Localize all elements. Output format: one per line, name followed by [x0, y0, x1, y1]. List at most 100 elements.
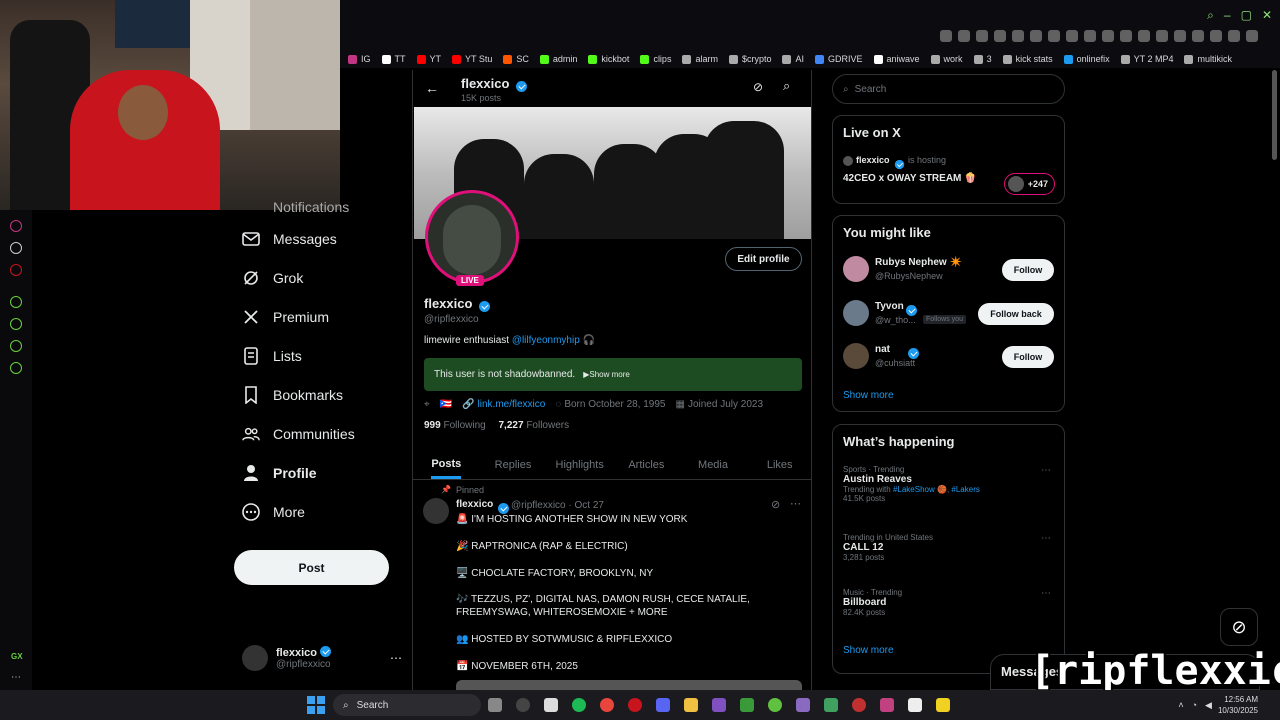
- bookmark-item[interactable]: clips: [640, 54, 671, 64]
- bookmark-item[interactable]: work: [930, 54, 963, 64]
- avatar[interactable]: [423, 498, 449, 524]
- follow-button[interactable]: Follow: [1002, 259, 1054, 281]
- post-image[interactable]: [456, 680, 802, 690]
- app-icon[interactable]: [544, 698, 558, 712]
- tab-articles[interactable]: Articles: [613, 450, 680, 479]
- tab-likes[interactable]: Likes: [746, 450, 811, 479]
- app-icon[interactable]: [516, 698, 530, 712]
- bookmark-item[interactable]: TT: [381, 54, 406, 64]
- more-icon[interactable]: ⋯: [11, 672, 21, 683]
- bookmark-item[interactable]: YT 2 MP4: [1120, 54, 1173, 64]
- nav-lists[interactable]: Lists: [234, 336, 404, 375]
- search-input[interactable]: Search: [855, 84, 887, 95]
- pinned-post[interactable]: 📌 Pinned flexxico @ripflexxico · Oct 27 …: [413, 482, 811, 690]
- extension-icon[interactable]: [1156, 30, 1168, 42]
- clock[interactable]: 12:56 AM 10/30/2025: [1218, 694, 1258, 716]
- bookmark-item[interactable]: kick stats: [1002, 54, 1053, 64]
- maximize-icon[interactable]: ▢: [1241, 8, 1252, 23]
- nav-more[interactable]: More: [234, 492, 404, 531]
- show-more-link[interactable]: Show more: [843, 390, 894, 401]
- app-icon[interactable]: [824, 698, 838, 712]
- tab-replies[interactable]: Replies: [480, 450, 547, 479]
- settings-icon[interactable]: [10, 362, 22, 374]
- nav-bookmarks[interactable]: Bookmarks: [234, 375, 404, 414]
- grok-icon[interactable]: ⊘: [753, 80, 763, 94]
- tab-posts[interactable]: Posts: [413, 450, 480, 479]
- search-icon[interactable]: ⌕: [783, 78, 790, 94]
- profile-link[interactable]: link.me/flexxico: [478, 399, 546, 410]
- suggestion-name[interactable]: Rubys Nephew ✴️: [875, 257, 962, 268]
- post-button[interactable]: Post: [234, 550, 389, 585]
- extension-icon[interactable]: [1048, 30, 1060, 42]
- app-icon[interactable]: [908, 698, 922, 712]
- suggestion-name[interactable]: Tyvon: [875, 301, 904, 312]
- chrome-icon[interactable]: [600, 698, 614, 712]
- nav-messages[interactable]: Messages: [234, 219, 404, 258]
- extension-icon[interactable]: [1138, 30, 1150, 42]
- app-icon[interactable]: [712, 698, 726, 712]
- bookmark-item[interactable]: 3: [973, 54, 992, 64]
- nav-profile[interactable]: Profile: [234, 453, 404, 492]
- system-tray[interactable]: ˄ ◔ ◀: [1178, 700, 1212, 711]
- bookmark-item[interactable]: GDRIVE: [815, 54, 863, 64]
- bookmark-item[interactable]: multikick: [1184, 54, 1232, 64]
- extension-icon[interactable]: [1228, 30, 1240, 42]
- followers-link[interactable]: 7,227 Followers: [499, 420, 570, 431]
- extension-icon[interactable]: [1174, 30, 1186, 42]
- edit-profile-button[interactable]: Edit profile: [725, 247, 802, 271]
- bookmark-item[interactable]: kickbot: [588, 54, 629, 64]
- bookmark-item[interactable]: AI: [782, 54, 804, 64]
- listeners-pill[interactable]: +247: [1004, 173, 1055, 195]
- bookmark-item[interactable]: YT: [416, 54, 441, 64]
- grok-floating-button[interactable]: ⊘: [1220, 608, 1258, 646]
- search-icon[interactable]: ⌕: [1207, 8, 1214, 23]
- app-icon[interactable]: [740, 698, 754, 712]
- trend-item[interactable]: Music · Trending Billboard 82.4K posts: [843, 588, 1058, 617]
- task-view-icon[interactable]: [488, 698, 502, 712]
- bookmark-item[interactable]: onlinefix: [1063, 54, 1110, 64]
- extensions-icon[interactable]: [10, 340, 22, 352]
- bookmark-item[interactable]: YT Stu: [452, 54, 492, 64]
- gx-icon[interactable]: GX: [11, 652, 23, 661]
- history-icon[interactable]: [10, 318, 22, 330]
- account-switcher[interactable]: flexxico @ripflexxico ⋯: [242, 643, 402, 673]
- file-explorer-icon[interactable]: [684, 698, 698, 712]
- extension-icon[interactable]: [1012, 30, 1024, 42]
- x-icon[interactable]: [10, 242, 22, 254]
- tab-media[interactable]: Media: [680, 450, 747, 479]
- extension-icon[interactable]: [1030, 30, 1042, 42]
- taskbar-search[interactable]: ⌕ Search: [333, 694, 481, 716]
- grok-icon[interactable]: ⊘: [771, 498, 780, 511]
- extension-icon[interactable]: [1120, 30, 1132, 42]
- extension-icon[interactable]: [958, 30, 970, 42]
- profile-avatar[interactable]: [425, 190, 519, 284]
- app-icon[interactable]: [10, 264, 22, 276]
- bookmark-item[interactable]: $crypto: [728, 54, 771, 64]
- opera-gx-icon[interactable]: [628, 698, 642, 712]
- nav-communities[interactable]: Communities: [234, 414, 404, 453]
- app-icon[interactable]: [796, 698, 810, 712]
- trend-item[interactable]: Sports · Trending Austin Reaves Trending…: [843, 465, 1058, 503]
- extension-icon[interactable]: [1066, 30, 1078, 42]
- extension-icon[interactable]: [994, 30, 1006, 42]
- trend-item[interactable]: Trending in United States CALL 12 3,281 …: [843, 533, 1058, 562]
- app-icon[interactable]: [936, 698, 950, 712]
- page-scrollbar[interactable]: [1272, 70, 1277, 160]
- bookmark-item[interactable]: alarm: [682, 54, 718, 64]
- extension-icon[interactable]: [1084, 30, 1096, 42]
- nav-premium[interactable]: Premium: [234, 297, 404, 336]
- avatar[interactable]: [843, 300, 869, 326]
- more-dots-icon[interactable]: ⋯: [790, 497, 801, 510]
- show-more-link[interactable]: Show more: [843, 645, 894, 656]
- avatar[interactable]: [843, 343, 869, 369]
- app-icon[interactable]: [852, 698, 866, 712]
- extension-icon[interactable]: [1102, 30, 1114, 42]
- tab-highlights[interactable]: Highlights: [546, 450, 613, 479]
- bio-mention-link[interactable]: @lilfyeonmyhip: [512, 335, 580, 346]
- extension-icon[interactable]: [976, 30, 988, 42]
- extension-icon[interactable]: [1210, 30, 1222, 42]
- post-author[interactable]: flexxico: [456, 499, 493, 510]
- bookmark-item[interactable]: IG: [348, 54, 371, 64]
- stream-title[interactable]: 42CEO x OWAY STREAM 🍿: [843, 173, 977, 184]
- spotify-icon[interactable]: [572, 698, 586, 712]
